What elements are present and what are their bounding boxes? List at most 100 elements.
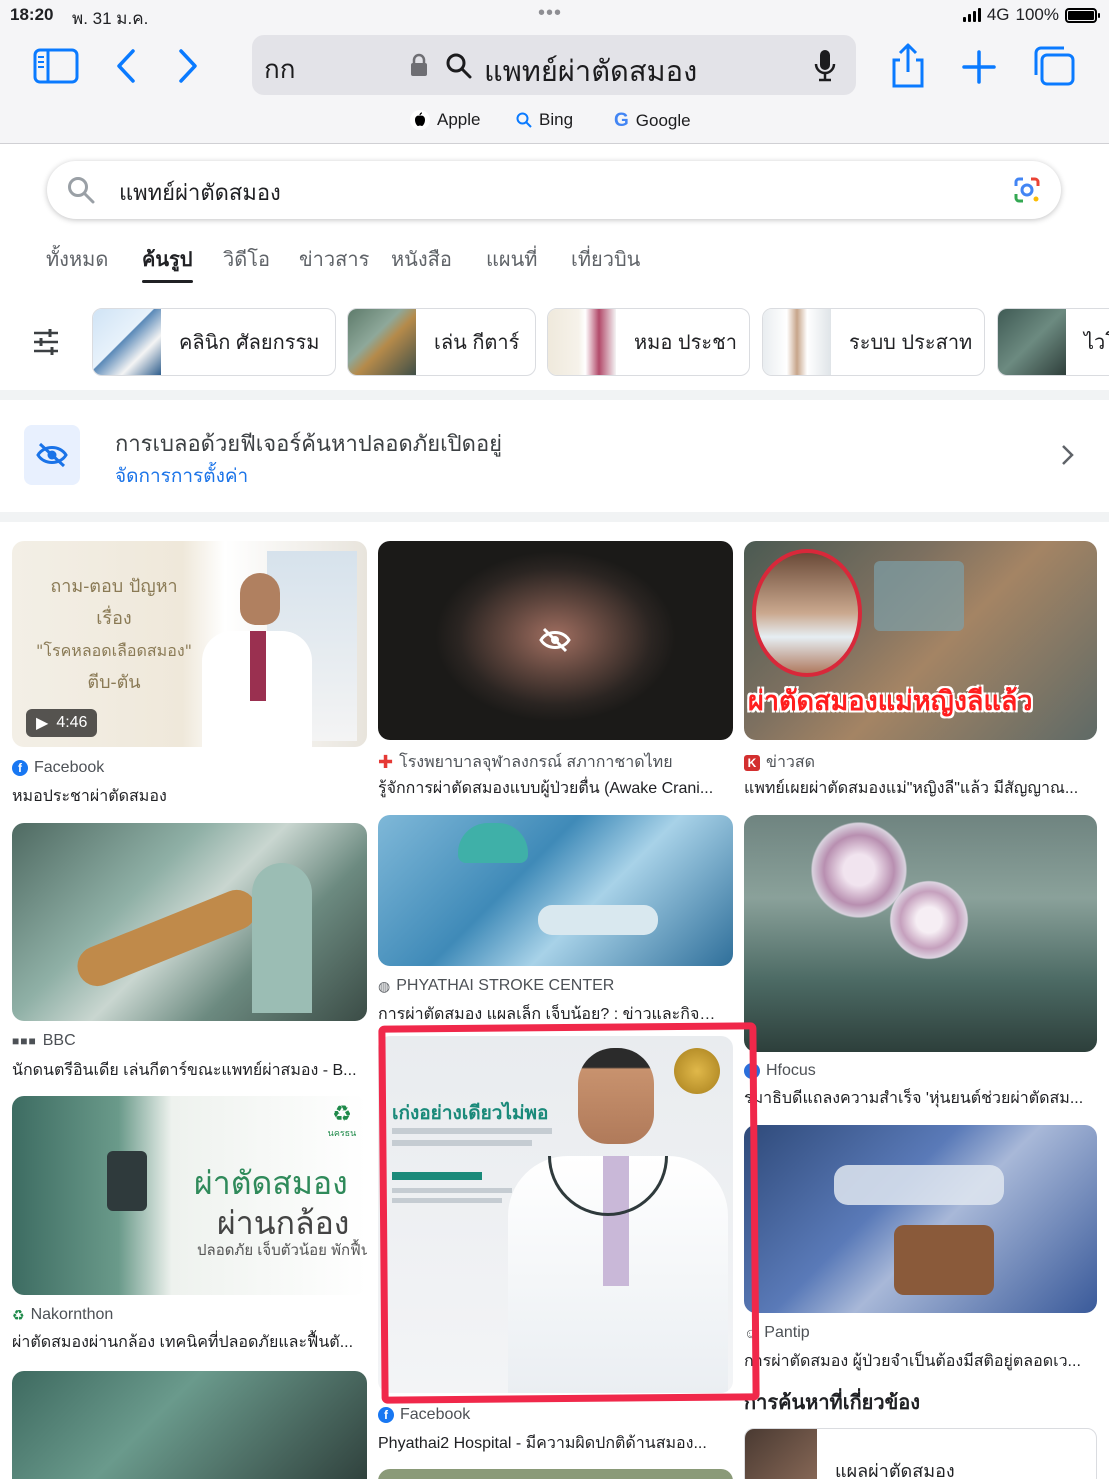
source-name: Pantip [764,1324,810,1341]
result-source: K ข่าวสด [744,750,815,775]
result-thumbnail[interactable]: ถาม-ตอบ ปัญหา เรื่อง "โรคหลอดเลือดสมอง" … [12,541,367,747]
result-source: ◍ PHYATHAI STROKE CENTER [378,977,614,995]
google-search-box[interactable]: แพทย์ผ่าตัดสมอง [47,161,1061,219]
result-title[interactable]: Phyathai2 Hospital - มีความผิดปกติด้านสม… [378,1431,718,1456]
manage-settings-link[interactable]: จัดการการตั้งค่า [115,461,248,491]
lock-icon [411,53,427,76]
result-thumbnail[interactable] [12,823,367,1021]
chip-violin[interactable]: ไวโอ [997,308,1109,376]
google-g-icon: G [614,110,629,131]
chevron-right-icon[interactable] [1060,444,1074,466]
overlay-line: "โรคหลอดเลือดสมอง" [36,641,192,660]
address-bar[interactable]: กก แพทย์ผ่าตัดสมอง [252,35,856,95]
facebook-icon: f [378,1407,394,1423]
tab-maps[interactable]: แผนที่ [486,243,537,275]
share-icon[interactable] [889,42,927,88]
tab-news[interactable]: ข่าวสาร [299,243,369,275]
related-search-item[interactable]: แผลผ่าตัดสมอง [744,1428,1097,1479]
result-thumbnail[interactable] [744,1125,1097,1313]
chip-label: ระบบ ประสาท [849,332,973,354]
image-result[interactable]: Hfocus รมาธิบดีแถลงความสำเร็จ 'หุ่นยนต์ช… [744,815,1097,1107]
tabs-overview-icon[interactable] [1032,45,1076,87]
blurred-thumbnail[interactable] [378,541,733,740]
chip-nervous-system[interactable]: ระบบ ประสาท [762,308,985,376]
partial-result-thumbnail[interactable] [378,1469,733,1479]
network-type: 4G [986,5,1010,24]
headline-overlay: ผ่าตัดสมองแม่หญิงลีแล้ว [748,686,1033,716]
search-tabs: ทั้งหมด ค้นรูป วิดีโอ ข่าวสาร หนังสือ แผ… [0,243,1109,283]
result-thumbnail[interactable] [378,815,733,966]
favorite-google[interactable]: G Google [614,110,691,132]
favorite-bing[interactable]: Bing [516,110,573,130]
safesearch-notice[interactable]: การเบลอด้วยฟีเจอร์ค้นหาปลอดภัยเปิดอยู่ จ… [0,400,1109,512]
globe-icon: ◍ [378,977,391,994]
overlay-line: ตีบ-ตัน [87,672,141,693]
overlay-line: ถาม-ตอบ ปัญหา [50,576,178,597]
image-result[interactable]: ♻ นครธน ผ่าตัดสมอง ผ่านกล้อง ปลอดภัย เจ็… [12,1096,367,1356]
overlay-line: ปลอดภัย เจ็บตัวน้อย พักฟื้นสั้น [197,1242,367,1259]
microphone-icon[interactable] [814,49,836,83]
tab-videos[interactable]: วิดีโอ [223,243,270,275]
hidden-content-icon [539,627,571,653]
related-thumbnail [745,1429,817,1479]
result-title[interactable]: รู้จักการผ่าตัดสมองแบบผู้ป่วยตื่น (Awake… [378,776,718,801]
chip-doctor-pracha[interactable]: หมอ ประชา [547,308,750,376]
tab-all[interactable]: ทั้งหมด [46,243,108,275]
tab-flights[interactable]: เที่ยวบิน [571,243,640,275]
image-result[interactable]: ☺ Pantip การผ่าตัดสมอง ผู้ป่วยจำเป็นต้อง… [744,1125,1097,1370]
overlay-line: เรื่อง [96,608,132,629]
chip-thumbnail [548,309,616,375]
result-title[interactable]: นักดนตรีอินเดีย เล่นกีตาร์ขณะแพทย์ผ่าสมอ… [12,1058,357,1083]
source-name: Facebook [34,759,105,776]
back-icon[interactable] [114,48,138,84]
tab-books[interactable]: หนังสือ [391,243,452,275]
google-lens-icon[interactable] [1013,176,1041,204]
filter-settings-icon[interactable] [32,328,60,356]
image-result[interactable]: ✚ โรงพยาบาลจุฬาลงกรณ์ สภากาชาดไทย รู้จัก… [378,541,733,806]
play-icon: ▶ [36,715,49,732]
multitask-dots-icon[interactable]: ••• [538,2,562,25]
source-name: Nakornthon [30,1306,114,1323]
bbc-icon: ■■■ [12,1034,37,1048]
partial-result-thumbnail[interactable] [12,1371,367,1479]
chip-thumbnail [763,309,831,375]
image-result[interactable]: ◍ PHYATHAI STROKE CENTER การผ่าตัดสมอง แ… [378,815,733,1025]
result-thumbnail[interactable]: ผ่าตัดสมองแม่หญิงลีแล้ว [744,541,1097,740]
new-tab-icon[interactable] [962,50,996,84]
chip-label: คลินิก ศัลยกรรม [179,332,320,354]
image-result[interactable]: ■■■ BBC นักดนตรีอินเดีย เล่นกีตาร์ขณะแพท… [12,823,367,1079]
forward-icon[interactable] [176,48,200,84]
image-result[interactable]: ถาม-ตอบ ปัญหา เรื่อง "โรคหลอดเลือดสมอง" … [12,541,367,806]
status-date: พ. 31 ม.ค. [72,9,149,28]
tab-images[interactable]: ค้นรูป [142,243,193,283]
result-source: ✚ โรงพยาบาลจุฬาลงกรณ์ สภากาชาดไทย [378,750,673,775]
nakornthon-icon: ♻ [12,1306,25,1323]
filter-chips: คลินิก ศัลยกรรม เล่น กีตาร์ หมอ ประชา ระ… [0,308,1109,378]
result-title[interactable]: ผ่าตัดสมองผ่านกล้อง เทคนิคที่ปลอดภัยและฟ… [12,1330,357,1355]
result-thumbnail[interactable]: ♻ นครธน ผ่าตัดสมอง ผ่านกล้อง ปลอดภัย เจ็… [12,1096,367,1295]
result-title[interactable]: หมอประชาผ่าตัดสมอง [12,784,367,809]
sidebar-icon[interactable] [33,48,79,84]
cellular-signal-icon [962,8,981,22]
chip-clinic[interactable]: คลินิก ศัลยกรรม [92,308,336,376]
red-cross-icon: ✚ [378,752,394,772]
source-name: โรงพยาบาลจุฬาลงกรณ์ สภากาชาดไทย [399,754,673,771]
blur-icon [24,425,80,485]
video-duration-badge: ▶ 4:46 [26,709,98,737]
source-name: PHYATHAI STROKE CENTER [396,977,615,994]
khaosod-icon: K [744,754,760,771]
result-source: ■■■ BBC [12,1032,76,1050]
chip-thumbnail [348,309,416,375]
chip-label: ไวโอ [1084,332,1109,354]
text-size-button[interactable]: กก [264,49,295,90]
result-thumbnail[interactable] [744,815,1097,1052]
favorite-apple[interactable]: Apple [410,110,480,130]
result-title[interactable]: การผ่าตัดสมอง ผู้ป่วยจำเป็นต้องมีสติอยู่… [744,1349,1084,1374]
status-time: 18:20 [10,5,54,24]
safesearch-title: การเบลอด้วยฟีเจอร์ค้นหาปลอดภัยเปิดอยู่ [115,431,503,456]
section-divider [0,390,1109,400]
result-title[interactable]: รมาธิบดีแถลงความสำเร็จ 'หุ่นยนต์ช่วยผ่าต… [744,1086,1089,1111]
result-title[interactable]: แพทย์เผยผ่าตัดสมองแม่"หญิงลี"แล้ว มีสัญญ… [744,776,1084,801]
chip-guitar[interactable]: เล่น กีตาร์ [347,308,536,376]
image-result[interactable]: ผ่าตัดสมองแม่หญิงลีแล้ว K ข่าวสด แพทย์เผ… [744,541,1097,806]
